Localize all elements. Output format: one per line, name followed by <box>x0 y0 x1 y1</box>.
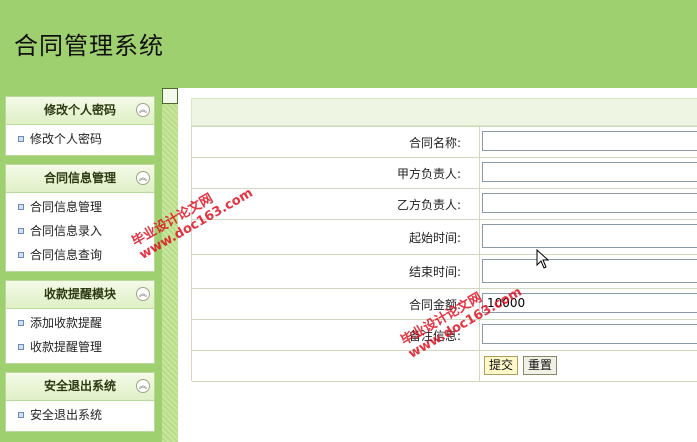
sidebar-item-change-password[interactable]: 修改个人密码 <box>6 127 154 151</box>
panel-title: 合同信息管理 <box>43 171 116 185</box>
panel-header-payment-reminder[interactable]: 收款提醒模块 ︽ <box>6 281 154 309</box>
start-time-label: 起始时间: <box>192 220 480 254</box>
contract-name-label: 合同名称: <box>192 127 480 157</box>
panel-header-password[interactable]: 修改个人密码 ︽ <box>6 97 154 125</box>
form-row-contract-name: 合同名称: <box>192 127 697 158</box>
bullet-icon <box>18 411 24 418</box>
panel-title: 安全退出系统 <box>43 379 116 393</box>
app-title: 合同管理系统 <box>14 32 164 60</box>
panel-payment-reminder: 收款提醒模块 ︽ 添加收款提醒 收款提醒管理 <box>5 280 155 364</box>
sidebar-item-label: 合同信息管理 <box>30 200 103 214</box>
sidebar-item-manage-reminder[interactable]: 收款提醒管理 <box>6 335 154 359</box>
sidebar-item-label: 收款提醒管理 <box>30 340 103 354</box>
panel-title: 修改个人密码 <box>43 103 116 117</box>
splitter-toggle-icon[interactable] <box>162 88 178 104</box>
sidebar-item-label: 安全退出系统 <box>30 408 103 422</box>
collapse-icon[interactable]: ︽ <box>136 379 150 393</box>
bullet-icon <box>18 135 24 142</box>
panel-header-logout[interactable]: 安全退出系统 ︽ <box>6 373 154 401</box>
collapse-icon[interactable]: ︽ <box>136 171 150 185</box>
bullet-icon <box>18 203 24 210</box>
panel-contract: 合同信息管理 ︽ 合同信息管理 合同信息录入 合同信息查询 <box>5 164 155 272</box>
form-row-party-b: 乙方负责人: <box>192 189 697 220</box>
actions-label-cell <box>192 351 480 381</box>
sidebar-item-contract-query[interactable]: 合同信息查询 <box>6 243 154 267</box>
collapse-icon[interactable]: ︽ <box>136 287 150 301</box>
sidebar-item-label: 添加收款提醒 <box>30 316 103 330</box>
party-b-input[interactable] <box>482 193 697 213</box>
sidebar-item-logout[interactable]: 安全退出系统 <box>6 403 154 427</box>
bullet-icon <box>18 319 24 326</box>
sidebar-item-label: 修改个人密码 <box>30 132 103 146</box>
panel-logout: 安全退出系统 ︽ 安全退出系统 <box>5 372 155 432</box>
submit-button[interactable]: 提交 <box>484 356 519 375</box>
start-time-input[interactable] <box>482 224 697 248</box>
sidebar-item-contract-manage[interactable]: 合同信息管理 <box>6 195 154 219</box>
form-row-end-time: 结束时间: <box>192 255 697 289</box>
collapse-icon[interactable]: ︽ <box>136 103 150 117</box>
sidebar-splitter[interactable] <box>162 88 178 442</box>
sidebar: 修改个人密码 ︽ 修改个人密码 合同信息管理 ︽ 合同信息管理 合同信息录入 合… <box>5 96 155 440</box>
form-row-start-time: 起始时间: <box>192 220 697 255</box>
mouse-cursor-icon <box>536 249 550 269</box>
bullet-icon <box>18 251 24 258</box>
panel-password: 修改个人密码 ︽ 修改个人密码 <box>5 96 155 156</box>
contract-name-input[interactable] <box>482 131 697 151</box>
sidebar-item-label: 合同信息查询 <box>30 248 103 262</box>
panel-title: 收款提醒模块 <box>43 287 116 301</box>
bullet-icon <box>18 343 24 350</box>
content-topbar <box>191 98 697 126</box>
end-time-label: 结束时间: <box>192 255 480 288</box>
remark-input[interactable] <box>482 324 697 344</box>
party-a-input[interactable] <box>482 162 697 182</box>
app-header: 合同管理系统 <box>0 0 697 88</box>
sidebar-item-label: 合同信息录入 <box>30 224 103 238</box>
bullet-icon <box>18 227 24 234</box>
panel-header-contract[interactable]: 合同信息管理 ︽ <box>6 165 154 193</box>
reset-button[interactable]: 重置 <box>523 356 558 375</box>
sidebar-item-add-reminder[interactable]: 添加收款提醒 <box>6 311 154 335</box>
form-row-actions: 提交 重置 <box>192 351 697 382</box>
form-row-party-a: 甲方负责人: <box>192 158 697 189</box>
